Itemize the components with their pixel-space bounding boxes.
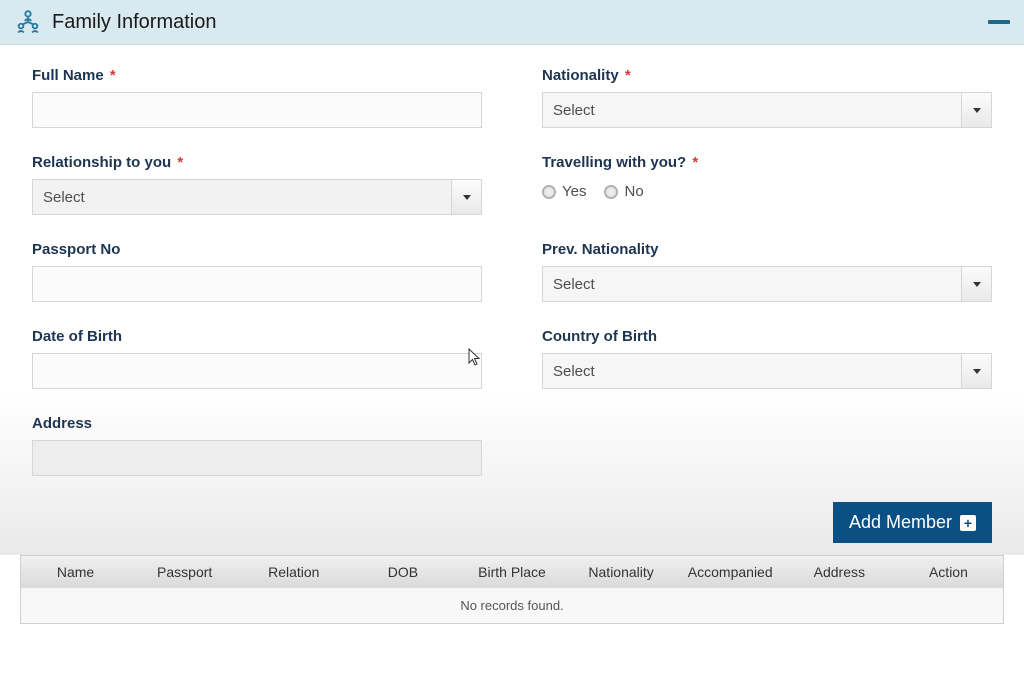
- label-travelling: Travelling with you? *: [542, 154, 992, 171]
- add-member-label: Add Member: [849, 512, 952, 533]
- family-icon: [14, 8, 42, 36]
- th-dob: DOB: [348, 564, 457, 580]
- address-input[interactable]: [32, 440, 482, 476]
- field-nationality: Nationality * Select: [542, 67, 992, 128]
- label-address: Address: [32, 415, 482, 432]
- th-birth-place: Birth Place: [457, 564, 566, 580]
- select-value: Select: [543, 93, 961, 127]
- travelling-radio-group: Yes No: [542, 179, 992, 200]
- passport-no-input[interactable]: [32, 266, 482, 302]
- required-mark: *: [110, 67, 116, 84]
- th-name: Name: [21, 564, 130, 580]
- chevron-down-icon[interactable]: [451, 180, 481, 214]
- members-table: Name Passport Relation DOB Birth Place N…: [20, 555, 1004, 624]
- field-dob: Date of Birth: [32, 328, 482, 389]
- travelling-no[interactable]: No: [604, 183, 643, 200]
- field-address: Address: [32, 415, 482, 476]
- label-cob: Country of Birth: [542, 328, 992, 345]
- label-passport-no: Passport No: [32, 241, 482, 258]
- panel-title: Family Information: [52, 11, 217, 34]
- label-relationship: Relationship to you *: [32, 154, 482, 171]
- label-nationality: Nationality *: [542, 67, 992, 84]
- dob-input[interactable]: [32, 353, 482, 389]
- select-value: Select: [543, 354, 961, 388]
- panel-header: Family Information: [0, 0, 1024, 45]
- prev-nationality-select[interactable]: Select: [542, 266, 992, 302]
- th-relation: Relation: [239, 564, 348, 580]
- required-mark: *: [625, 67, 631, 84]
- travelling-yes[interactable]: Yes: [542, 183, 586, 200]
- th-passport: Passport: [130, 564, 239, 580]
- chevron-down-icon[interactable]: [961, 267, 991, 301]
- form-body: Full Name * Nationality * Select Relatio…: [0, 45, 1024, 488]
- required-mark: *: [177, 154, 183, 171]
- actions-bar: Add Member +: [0, 488, 1024, 555]
- chevron-down-icon[interactable]: [961, 93, 991, 127]
- radio-label-yes: Yes: [562, 183, 586, 200]
- plus-icon: +: [960, 515, 976, 531]
- table-empty-message: No records found.: [21, 588, 1003, 623]
- label-full-name: Full Name *: [32, 67, 482, 84]
- label-prev-nationality: Prev. Nationality: [542, 241, 992, 258]
- field-full-name: Full Name *: [32, 67, 482, 128]
- field-prev-nationality: Prev. Nationality Select: [542, 241, 992, 302]
- cob-select[interactable]: Select: [542, 353, 992, 389]
- label-dob: Date of Birth: [32, 328, 482, 345]
- panel-header-left: Family Information: [14, 8, 217, 36]
- radio-label-no: No: [624, 183, 643, 200]
- th-action: Action: [894, 564, 1003, 580]
- chevron-down-icon[interactable]: [961, 354, 991, 388]
- relationship-select[interactable]: Select: [32, 179, 482, 215]
- select-value: Select: [543, 267, 961, 301]
- radio-icon: [542, 185, 556, 199]
- label-text: Relationship to you: [32, 154, 171, 171]
- nationality-select[interactable]: Select: [542, 92, 992, 128]
- field-travelling: Travelling with you? * Yes No: [542, 154, 992, 215]
- field-relationship: Relationship to you * Select: [32, 154, 482, 215]
- label-text: Full Name: [32, 67, 104, 84]
- th-address: Address: [785, 564, 894, 580]
- collapse-icon[interactable]: [988, 20, 1010, 24]
- radio-icon: [604, 185, 618, 199]
- full-name-input[interactable]: [32, 92, 482, 128]
- label-text: Nationality: [542, 67, 619, 84]
- table-header-row: Name Passport Relation DOB Birth Place N…: [21, 556, 1003, 588]
- field-passport-no: Passport No: [32, 241, 482, 302]
- th-nationality: Nationality: [567, 564, 676, 580]
- add-member-button[interactable]: Add Member +: [833, 502, 992, 543]
- select-value: Select: [33, 180, 451, 214]
- required-mark: *: [692, 154, 698, 171]
- field-cob: Country of Birth Select: [542, 328, 992, 389]
- label-text: Travelling with you?: [542, 154, 686, 171]
- th-accompanied: Accompanied: [676, 564, 785, 580]
